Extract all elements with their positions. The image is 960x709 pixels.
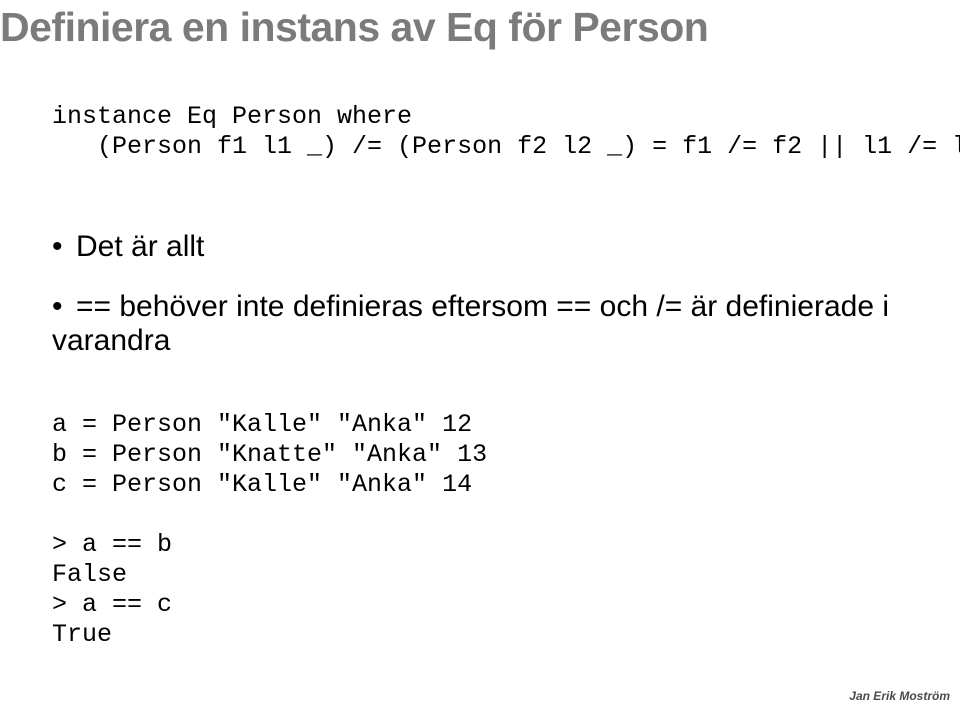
slide-title: Definiera en instans av Eq för Person	[0, 4, 708, 51]
code-block-instance: instance Eq Person where (Person f1 l1 _…	[52, 102, 960, 162]
bullet-text: Det är allt	[76, 230, 204, 263]
slide: Definiera en instans av Eq för Person in…	[0, 0, 960, 709]
code-line: a = Person "Kalle" "Anka" 12	[52, 410, 472, 439]
code-line: b = Person "Knatte" "Anka" 13	[52, 440, 487, 469]
code-line: instance Eq Person where	[52, 102, 412, 131]
bullet-dot: •	[52, 290, 76, 324]
code-line: c = Person "Kalle" "Anka" 14	[52, 470, 472, 499]
bullet-dot: •	[52, 230, 76, 264]
bullet-item: •== behöver inte definieras eftersom == …	[52, 290, 920, 358]
code-line: > a == b	[52, 530, 172, 559]
code-block-example: a = Person "Kalle" "Anka" 12 b = Person …	[52, 410, 487, 650]
bullet-text: == behöver inte definieras eftersom == o…	[52, 290, 889, 357]
code-line: True	[52, 620, 112, 649]
footer-author: Jan Erik Moström	[849, 689, 950, 703]
bullet-item: •Det är allt	[52, 230, 920, 264]
code-line: (Person f1 l1 _) /= (Person f2 l2 _) = f…	[52, 132, 960, 161]
code-line: > a == c	[52, 590, 172, 619]
bullet-list: •Det är allt •== behöver inte definieras…	[52, 230, 920, 384]
code-line: False	[52, 560, 127, 589]
